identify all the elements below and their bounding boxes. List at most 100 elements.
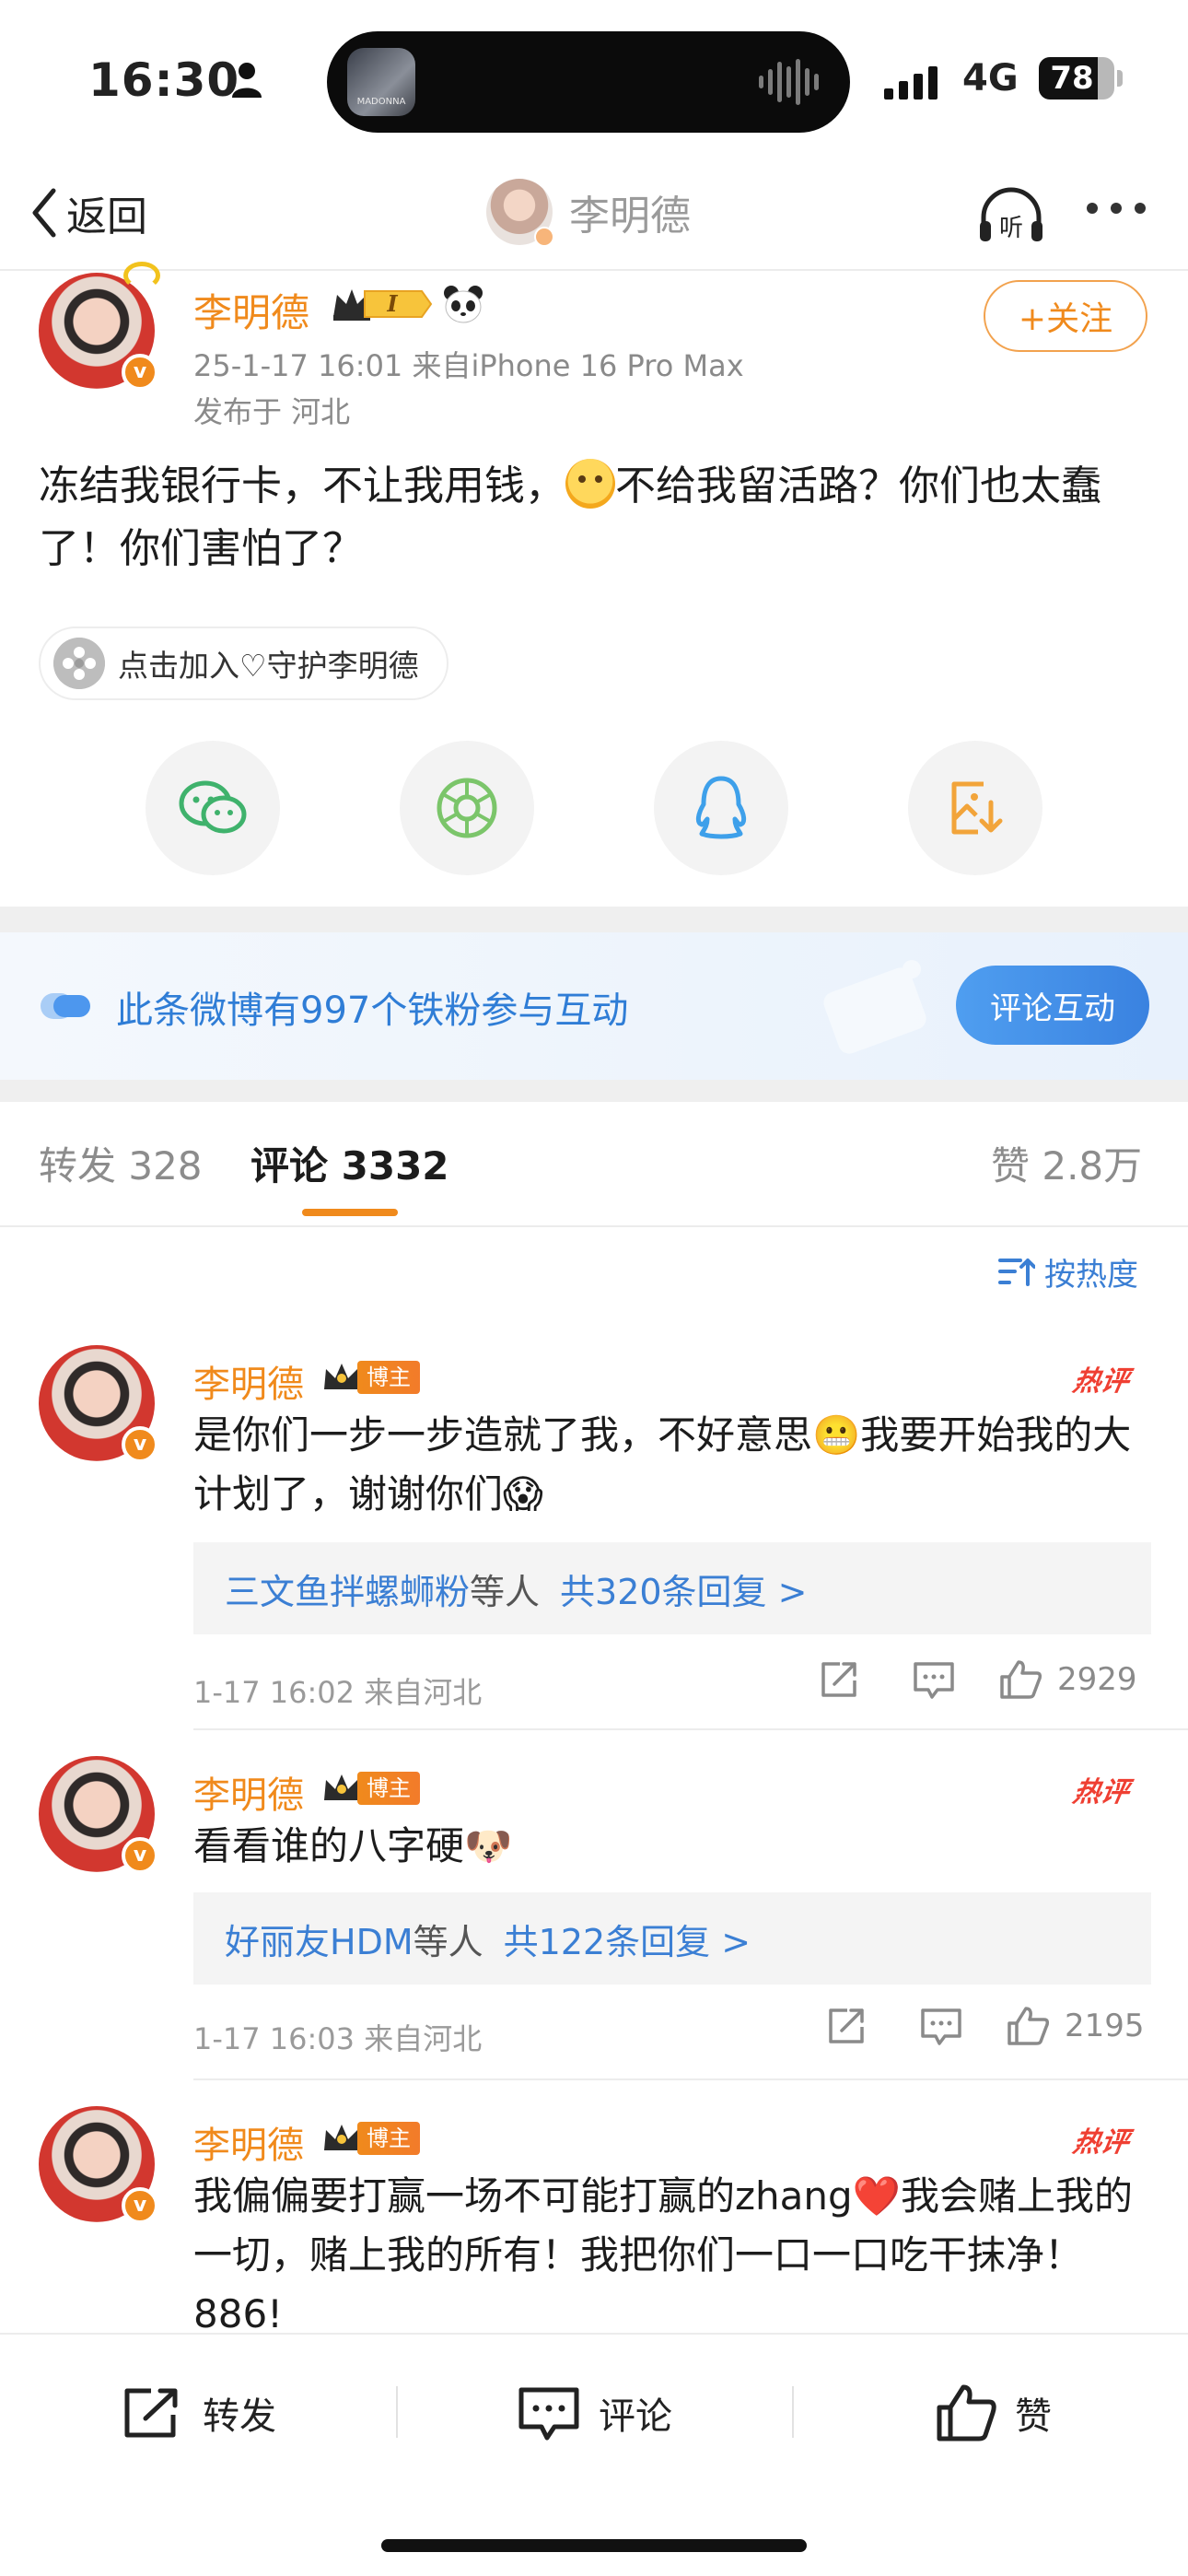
verified-icon: v — [122, 2187, 158, 2224]
section-divider — [0, 907, 1188, 932]
cellular-signal-icon — [884, 64, 938, 100]
now-playing-artwork[interactable]: MADONNA — [347, 48, 415, 116]
listen-label: 听 — [999, 215, 1023, 242]
comment-replies-preview[interactable]: 三文鱼拌螺蛳粉 等人 共320条回复 > — [193, 1542, 1151, 1634]
comment-text: 我偏偏要打赢一场不可能打赢的zhang❤️我会赌上我的一切，赌上我的所有！我把你… — [193, 2173, 1133, 2336]
comment-author[interactable]: 李明德 — [193, 1354, 304, 1408]
post-text: 冻结我银行卡，不让我用钱， 不给我留活路？你们也太蠢了！你们害怕了？ — [39, 455, 1153, 580]
battery-nub — [1117, 70, 1123, 87]
crown-level-badge-icon[interactable]: I — [330, 284, 433, 324]
like-thumb-icon[interactable] — [1006, 2005, 1050, 2047]
reply-user-name[interactable]: 好丽友HDM — [225, 1914, 413, 1964]
avatar-decoration-icon — [123, 262, 160, 289]
like-button[interactable]: 赞 — [936, 2381, 1052, 2445]
reply-count-link[interactable]: 共122条回复 > — [504, 1914, 751, 1964]
like-count: 2195 — [1065, 2008, 1145, 2044]
post-location: 发布于 河北 — [193, 394, 351, 429]
network-type: 4G — [962, 57, 1019, 100]
reply-user-name[interactable]: 三文鱼拌螺蛳粉 — [225, 1563, 470, 1614]
tab-repost[interactable]: 转发 328 — [39, 1135, 203, 1191]
fans-interaction-icon — [41, 993, 90, 1019]
share-moments-button[interactable] — [400, 741, 534, 875]
follow-button[interactable]: +关注 — [984, 280, 1147, 352]
comment-text: 看看谁的八字硬🐶 — [193, 1823, 513, 1868]
sort-by-heat-button[interactable]: 按热度 — [998, 1249, 1138, 1294]
banner-decoration-icon — [823, 960, 926, 1054]
like-thumb-icon[interactable] — [998, 1658, 1042, 1701]
dynamic-island[interactable]: MADONNA — [327, 31, 850, 133]
share-save-image-button[interactable] — [908, 741, 1042, 875]
comment-avatar[interactable]: v — [39, 1756, 158, 1874]
listen-headphones-icon[interactable]: 听 — [976, 184, 1046, 245]
like-thumb-icon — [937, 2384, 996, 2441]
tab-likes[interactable]: 赞 2.8万 — [991, 1135, 1142, 1191]
repost-icon[interactable] — [818, 1658, 862, 1701]
comment-avatar[interactable]: v — [39, 2106, 158, 2224]
verified-icon — [534, 227, 554, 247]
battery-percent: 78 — [1050, 60, 1094, 97]
like-label: 赞 — [1015, 2395, 1052, 2438]
avatar[interactable] — [486, 179, 554, 247]
now-playing-art-text: MADONNA — [356, 97, 406, 107]
comment-avatar[interactable]: v — [39, 1345, 158, 1463]
comment-badges: 博主 — [320, 1769, 420, 1808]
like-count: 2929 — [1057, 1661, 1137, 1698]
host-badge: 博主 — [357, 1361, 420, 1394]
back-label: 返回 — [66, 193, 147, 240]
audio-waveform-icon — [759, 59, 819, 105]
active-tab-indicator — [302, 1209, 398, 1216]
post-time-source: 25-1-17 16:01 来自iPhone 16 Pro Max — [193, 348, 744, 383]
comment-author[interactable]: 李明德 — [193, 2115, 304, 2169]
tab-comments[interactable]: 评论 3332 — [250, 1135, 449, 1191]
moments-icon — [437, 778, 497, 838]
verified-icon: v — [122, 1837, 158, 1874]
guard-badge-icon — [53, 638, 105, 689]
hot-comment-badge: 热评 — [1070, 2126, 1132, 2159]
post-tabs: 转发 328 评论 3332 赞 2.8万 — [0, 1102, 1188, 1227]
comment-author[interactable]: 李明德 — [193, 1765, 304, 1819]
battery-icon: 78 — [1039, 57, 1114, 100]
host-badge: 博主 — [357, 1772, 420, 1805]
reply-count-link[interactable]: 共320条回复 > — [560, 1563, 807, 1614]
comment-icon — [518, 2387, 579, 2441]
bar-separator — [792, 2386, 794, 2438]
comment-divider — [193, 2078, 1188, 2080]
person-icon — [232, 63, 262, 98]
hot-comment-badge: 热评 — [1070, 1776, 1132, 1809]
author-avatar[interactable]: v — [39, 262, 160, 391]
iron-fans-banner[interactable]: 此条微博有997个铁粉参与互动 评论互动 — [0, 932, 1188, 1080]
more-options-icon[interactable] — [1087, 203, 1146, 214]
comment-meta: 1-17 16:02 来自河北 — [193, 1675, 483, 1710]
join-guard-button[interactable]: 点击加入♡守护李明德 — [39, 626, 448, 700]
qq-icon — [695, 776, 747, 839]
comment-icon[interactable] — [912, 1658, 956, 1701]
comment-badges: 博主 — [320, 1358, 420, 1397]
verified-icon: v — [122, 1426, 158, 1463]
comment-text: 是你们一步一步造就了我，不好意思😬我要开始我的大计划了，谢谢你们😱 — [193, 1412, 1132, 1516]
share-wechat-button[interactable] — [146, 741, 280, 875]
hot-comment-badge: 热评 — [1070, 1365, 1132, 1398]
comment-meta: 1-17 16:03 来自河北 — [193, 2021, 483, 2056]
comment-label: 评论 — [599, 2395, 672, 2438]
comment-interact-button[interactable]: 评论互动 — [956, 966, 1149, 1045]
reply-etc: 等人 — [413, 1921, 483, 1962]
chevron-left-icon — [32, 188, 56, 238]
save-image-icon — [951, 781, 1003, 835]
repost-button[interactable]: 转发 — [122, 2381, 276, 2445]
comment-icon[interactable] — [919, 2005, 963, 2047]
nav-bar: 返回 李明德 听 — [0, 157, 1188, 271]
back-button[interactable]: 返回 — [29, 181, 147, 245]
sort-label: 按热度 — [1044, 1257, 1138, 1294]
wechat-icon — [179, 780, 247, 834]
nav-author[interactable]: 李明德 — [486, 177, 691, 247]
post-author-name[interactable]: 李明德 — [193, 282, 309, 338]
comment-replies-preview[interactable]: 好丽友HDM 等人 共122条回复 > — [193, 1892, 1151, 1985]
comment-badges: 博主 — [320, 2119, 420, 2158]
comment-button[interactable]: 评论 — [518, 2381, 672, 2445]
repost-icon — [124, 2388, 178, 2438]
home-indicator[interactable] — [381, 2539, 807, 2552]
panda-icon — [444, 286, 483, 323]
share-qq-button[interactable] — [654, 741, 788, 875]
repost-icon[interactable] — [825, 2005, 869, 2047]
nav-title: 李明德 — [569, 193, 691, 240]
